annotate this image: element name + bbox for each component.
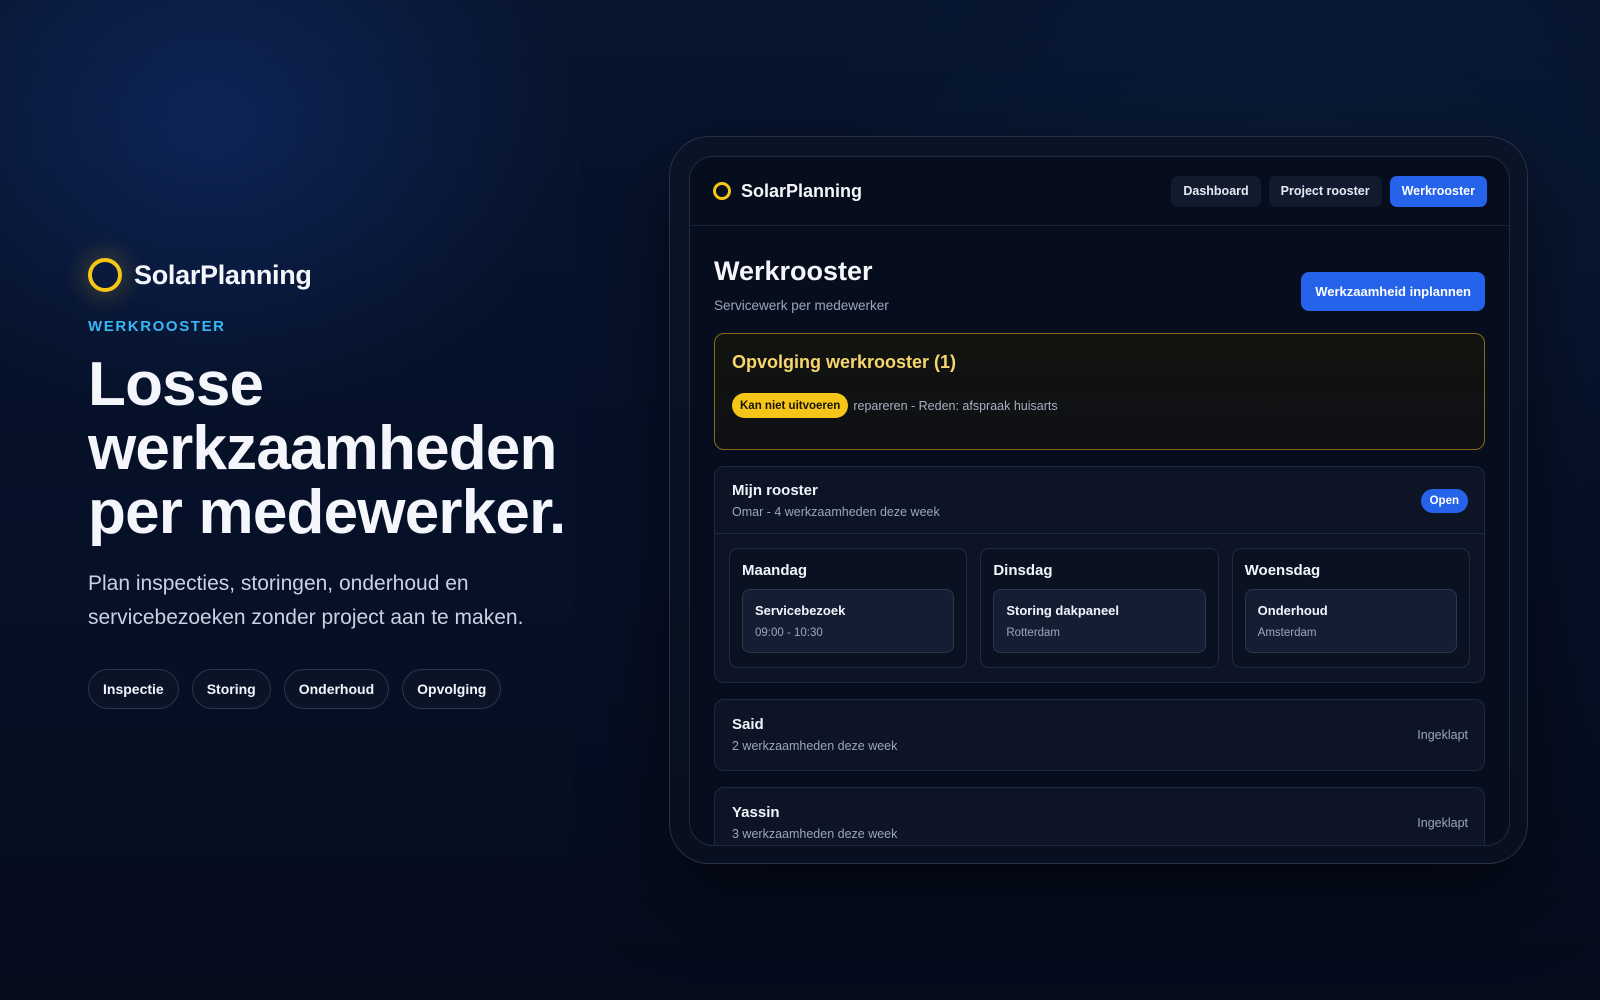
schedule-task-button[interactable]: Werkzaamheid inplannen [1301,272,1485,311]
employee-summary: 3 werkzaamheden deze week [732,827,898,841]
followup-panel: Opvolging werkrooster (1) Kan niet uitvo… [714,333,1485,450]
hero-eyebrow: WERKROOSTER [88,318,226,335]
employee-header: Yassin 3 werkzaamheden deze week Ingekla… [715,788,1484,841]
my-schedule-card: Mijn rooster Omar - 4 werkzaamheden deze… [714,466,1485,683]
nav-dashboard[interactable]: Dashboard [1171,175,1261,207]
day-columns: Maandag Servicebezoek 09:00 - 10:30 Dins… [715,533,1484,682]
headline-line: per medewerker. [88,478,566,547]
page-title: Werkrooster [714,256,873,286]
headline-line: Losse [88,350,264,419]
sun-logo-icon [713,182,731,200]
hero-headline: Losse werkzaamheden per medewerker. [88,353,628,545]
day-name: Maandag [742,562,808,579]
followup-item[interactable]: Kan niet uitvoeren repareren - Reden: af… [732,393,1467,418]
status-badge: Open [1420,488,1468,513]
category-chips: Inspectie Storing Onderhoud Opvolging [88,669,628,709]
hero-brand: SolarPlanning [88,258,628,292]
employee-header: Said 2 werkzaamheden deze week Ingeklapt [715,700,1484,753]
app-topbar: SolarPlanning Dashboard Project rooster … [690,157,1509,226]
day-column-woensdag: Woensdag Onderhoud Amsterdam [1231,548,1470,668]
nav-werkrooster[interactable]: Werkrooster [1389,175,1487,207]
headline-line: werkzaamheden [88,414,557,483]
app-content: Werkrooster Servicewerk per medewerker W… [690,256,1509,845]
task-title: Storing dakpaneel [1006,603,1120,618]
hero-brand-name: SolarPlanning [134,259,312,290]
app-brand-name: SolarPlanning [741,180,863,201]
card-subtitle: Omar - 4 werkzaamheden deze week [732,505,940,519]
chip-onderhoud[interactable]: Onderhoud [283,669,390,709]
app-nav: Dashboard Project rooster Werkrooster [1171,175,1487,207]
task-detail: Rotterdam [1006,627,1061,639]
my-schedule-header[interactable]: Mijn rooster Omar - 4 werkzaamheden deze… [715,467,1484,533]
task-title: Servicebezoek [755,603,846,618]
task-detail: Amsterdam [1257,627,1317,639]
day-column-maandag: Maandag Servicebezoek 09:00 - 10:30 [729,548,968,668]
collapse-state: Ingeklapt [1417,815,1468,830]
sun-logo-icon [88,258,122,292]
day-name: Dinsdag [993,562,1053,579]
task-title: Onderhoud [1257,603,1328,618]
day-column-dinsdag: Dinsdag Storing dakpaneel Rotterdam [980,548,1219,668]
page-subtitle: Servicewerk per medewerker [714,298,889,313]
chip-storing[interactable]: Storing [191,669,271,709]
employee-card-said[interactable]: Said 2 werkzaamheden deze week Ingeklapt [714,699,1485,771]
app-screen: SolarPlanning Dashboard Project rooster … [689,156,1510,846]
task-card[interactable]: Storing dakpaneel Rotterdam [993,589,1206,653]
app-brand[interactable]: SolarPlanning [713,181,862,202]
page-header: Werkrooster Servicewerk per medewerker W… [714,256,1485,313]
task-card[interactable]: Servicebezoek 09:00 - 10:30 [742,589,955,653]
employee-name: Said [732,716,764,733]
status-badge: Kan niet uitvoeren [732,393,849,418]
chip-inspectie[interactable]: Inspectie [88,669,179,709]
employee-name: Yassin [732,804,780,821]
chip-opvolging[interactable]: Opvolging [402,669,502,709]
hero-section: SolarPlanning WERKROOSTER Losse werkzaam… [88,258,628,709]
device-frame: SolarPlanning Dashboard Project rooster … [669,136,1528,864]
task-card[interactable]: Onderhoud Amsterdam [1244,589,1457,653]
hero-description: Plan inspecties, storingen, onderhoud en… [88,572,524,629]
collapse-state: Ingeklapt [1417,727,1468,742]
followup-title: Opvolging werkrooster (1) [732,352,957,372]
day-name: Woensdag [1244,562,1321,579]
employee-card-yassin[interactable]: Yassin 3 werkzaamheden deze week Ingekla… [714,787,1485,845]
employee-summary: 2 werkzaamheden deze week [732,739,898,753]
nav-project-rooster[interactable]: Project rooster [1268,175,1382,207]
task-detail: 09:00 - 10:30 [755,627,823,639]
card-title: Mijn rooster [732,482,818,499]
followup-text: repareren - Reden: afspraak huisarts [853,398,1058,413]
